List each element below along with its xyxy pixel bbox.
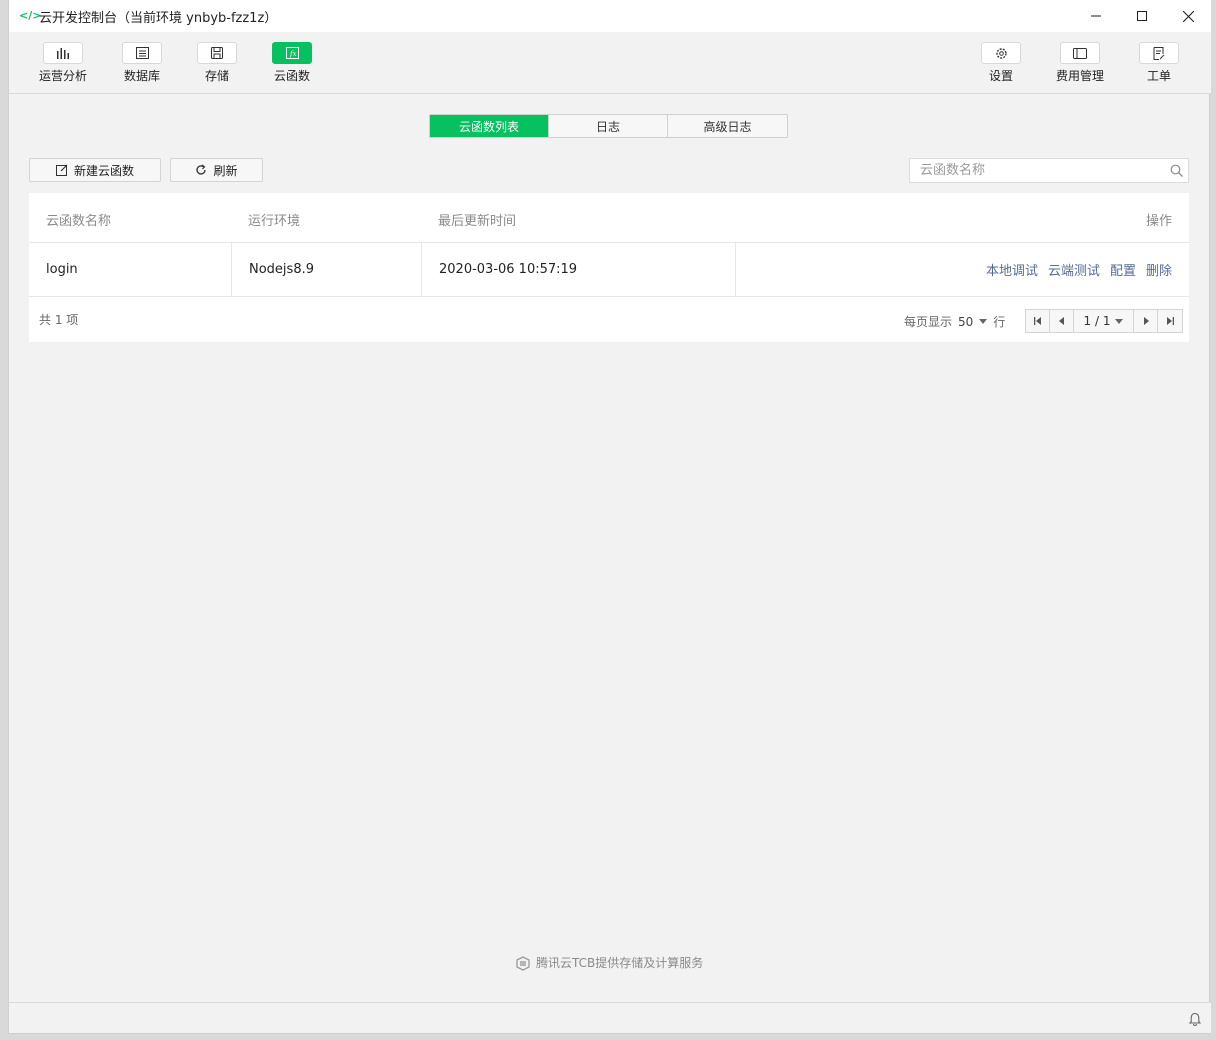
tool-label: 存储 (204, 69, 229, 83)
maximize-icon (1137, 11, 1147, 21)
first-page-button[interactable] (1026, 310, 1050, 332)
database-icon (135, 47, 149, 59)
new-function-label: 新建云函数 (73, 163, 134, 178)
function-table: 云函数名称 运行环境 最后更新时间 操作 login Nodejs8.9 202… (29, 193, 1189, 342)
prev-page-button[interactable] (1050, 310, 1074, 332)
caret-down-icon (1115, 318, 1124, 324)
last-page-icon (1167, 317, 1174, 325)
table-header: 云函数名称 运行环境 最后更新时间 操作 (29, 193, 1189, 243)
svg-text:fx: fx (289, 50, 297, 58)
prev-page-icon (1058, 317, 1064, 325)
tool-label: 云函数 (273, 69, 310, 83)
function-tabs: 云函数列表 日志 高级日志 (429, 114, 788, 138)
page-select[interactable]: 1 / 1 (1074, 310, 1134, 332)
table-row: login Nodejs8.9 2020-03-06 10:57:19 本地调试… (29, 243, 1189, 297)
tool-label: 数据库 (123, 69, 160, 83)
total-count: 共 1 项 (39, 313, 79, 327)
search-icon[interactable] (1164, 164, 1188, 177)
pagination: 1 / 1 (1025, 309, 1183, 333)
tab-logs[interactable]: 日志 (549, 115, 668, 137)
cloud-test-link[interactable]: 云端测试 (1048, 260, 1100, 279)
next-page-icon (1143, 317, 1149, 325)
refresh-label: 刷新 (213, 163, 238, 178)
refresh-icon (196, 164, 207, 175)
main-toolbar: 运营分析 数据库 存储 fx 云函数 设置 费用管理 工单 (9, 32, 1211, 94)
gear-icon (995, 47, 1007, 59)
column-header-operations: 操作 (1145, 214, 1172, 229)
column-header-updated: 最后更新时间 (438, 214, 517, 229)
powered-by: 腾讯云TCB提供存储及计算服务 (515, 954, 703, 971)
page-size-label: 每页显示 (904, 315, 953, 329)
maximize-button[interactable] (1119, 0, 1165, 32)
ticket-icon (1153, 46, 1165, 60)
tab-advanced-logs[interactable]: 高级日志 (668, 115, 787, 137)
last-page-button[interactable] (1158, 310, 1182, 332)
app-window: </> 云开发控制台（当前环境 ynbyb-fzz1z） 运营分析 数据库 存储 (8, 0, 1211, 1034)
minimize-button[interactable] (1073, 0, 1119, 32)
local-debug-link[interactable]: 本地调试 (986, 260, 1038, 279)
close-window-button[interactable] (1165, 0, 1211, 32)
tool-label: 工单 (1146, 69, 1171, 83)
config-link[interactable]: 配置 (1110, 260, 1136, 279)
storage-icon (211, 47, 223, 59)
tool-label: 费用管理 (1055, 69, 1104, 83)
first-page-icon (1033, 317, 1041, 325)
page-size-selector: 每页显示 50 行 (904, 313, 1005, 330)
operations-cell: 本地调试 云端测试 配置 删除 (986, 243, 1172, 296)
window-controls (1073, 0, 1211, 32)
runtime-cell: Nodejs8.9 (249, 262, 314, 277)
tab-function-list[interactable]: 云函数列表 (430, 115, 549, 137)
tool-storage[interactable]: 存储 (182, 42, 252, 88)
function-icon: fx (285, 47, 299, 59)
column-header-name: 云函数名称 (46, 214, 112, 229)
tool-ticket[interactable]: 工单 (1124, 42, 1194, 88)
search-box (909, 158, 1189, 183)
title-bar: </> 云开发控制台（当前环境 ynbyb-fzz1z） (9, 0, 1211, 32)
powered-by-text: 腾讯云TCB提供存储及计算服务 (536, 956, 704, 970)
tool-cloud-function[interactable]: fx 云函数 (257, 42, 327, 88)
edit-icon (55, 164, 68, 176)
chart-icon (57, 48, 69, 59)
caret-down-icon[interactable] (979, 319, 988, 324)
tool-label: 运营分析 (38, 69, 87, 83)
tool-billing[interactable]: 费用管理 (1045, 42, 1115, 88)
function-name-cell: login (46, 262, 78, 277)
page-indicator: 1 / 1 (1083, 314, 1111, 328)
minimize-icon (1091, 15, 1101, 17)
tool-database[interactable]: 数据库 (107, 42, 177, 88)
page-size-unit: 行 (993, 315, 1006, 329)
new-function-button[interactable]: 新建云函数 (29, 158, 161, 182)
notification-bell-icon[interactable] (1188, 1011, 1202, 1030)
tool-label: 设置 (988, 69, 1013, 83)
search-input[interactable] (910, 159, 1164, 182)
tencent-cloud-logo-icon (516, 955, 530, 971)
tool-analytics[interactable]: 运营分析 (28, 42, 98, 88)
column-header-runtime: 运行环境 (248, 214, 301, 229)
devtools-logo-icon: </> (19, 9, 42, 22)
page-size-value[interactable]: 50 (958, 315, 973, 329)
close-icon (1182, 10, 1194, 22)
window-title: 云开发控制台（当前环境 ynbyb-fzz1z） (39, 10, 278, 26)
refresh-button[interactable]: 刷新 (170, 158, 263, 182)
status-bar (9, 1002, 1211, 1033)
tool-settings[interactable]: 设置 (966, 42, 1036, 88)
delete-link[interactable]: 删除 (1146, 260, 1172, 279)
table-footer: 共 1 项 每页显示 50 行 1 / 1 (29, 297, 1189, 342)
updated-time-cell: 2020-03-06 10:57:19 (439, 262, 578, 277)
next-page-button[interactable] (1134, 310, 1158, 332)
billing-icon (1073, 47, 1087, 59)
